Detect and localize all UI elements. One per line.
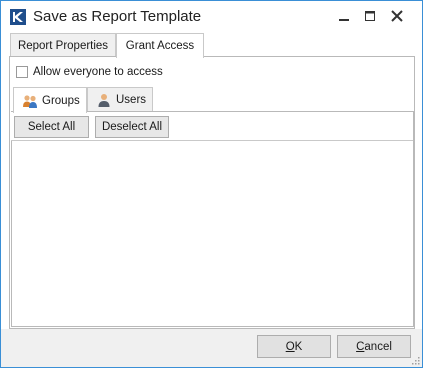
tab-label: Report Properties xyxy=(17,39,109,52)
subtab-label: Groups xyxy=(42,94,80,107)
button-label: Deselect All xyxy=(101,121,163,133)
deselect-all-button[interactable]: Deselect All xyxy=(95,116,169,138)
allow-everyone-label[interactable]: Allow everyone to access xyxy=(33,66,163,78)
subtab-groups[interactable]: Groups xyxy=(13,87,87,113)
ok-label: K xyxy=(294,340,303,353)
app-logo-icon xyxy=(10,9,26,25)
title-bar[interactable]: Save as Report Template xyxy=(1,1,422,31)
ok-mnemonic: O xyxy=(285,340,295,353)
groups-list[interactable] xyxy=(13,142,412,325)
cancel-mnemonic: C xyxy=(356,340,365,353)
minimize-icon[interactable] xyxy=(334,6,354,26)
dialog-window: Save as Report Template Report Propertie… xyxy=(0,0,423,368)
select-all-button[interactable]: Select All xyxy=(14,116,89,138)
close-icon[interactable] xyxy=(387,6,407,26)
tab-label: Grant Access xyxy=(125,40,195,52)
subtab-label: Users xyxy=(116,94,147,106)
maximize-icon[interactable] xyxy=(360,6,380,26)
ok-button[interactable]: OK xyxy=(257,335,331,358)
dialog-button-bar: OK Cancel xyxy=(1,329,422,367)
tab-grant-access[interactable]: Grant Access xyxy=(116,33,204,58)
cancel-label: ancel xyxy=(364,340,392,353)
tab-report-properties[interactable]: Report Properties xyxy=(10,33,116,57)
dialog-title: Save as Report Template xyxy=(33,8,202,25)
group-icon xyxy=(23,94,37,108)
allow-everyone-row[interactable]: Allow everyone to access xyxy=(16,64,163,80)
cancel-button[interactable]: Cancel xyxy=(337,335,411,358)
subtab-users[interactable]: Users xyxy=(87,87,153,112)
allow-everyone-checkbox[interactable] xyxy=(16,66,28,78)
groups-toolbar: Select All Deselect All xyxy=(11,112,413,141)
user-icon xyxy=(98,94,110,107)
button-label: Select All xyxy=(27,121,76,133)
resize-grip-icon[interactable] xyxy=(410,355,420,365)
